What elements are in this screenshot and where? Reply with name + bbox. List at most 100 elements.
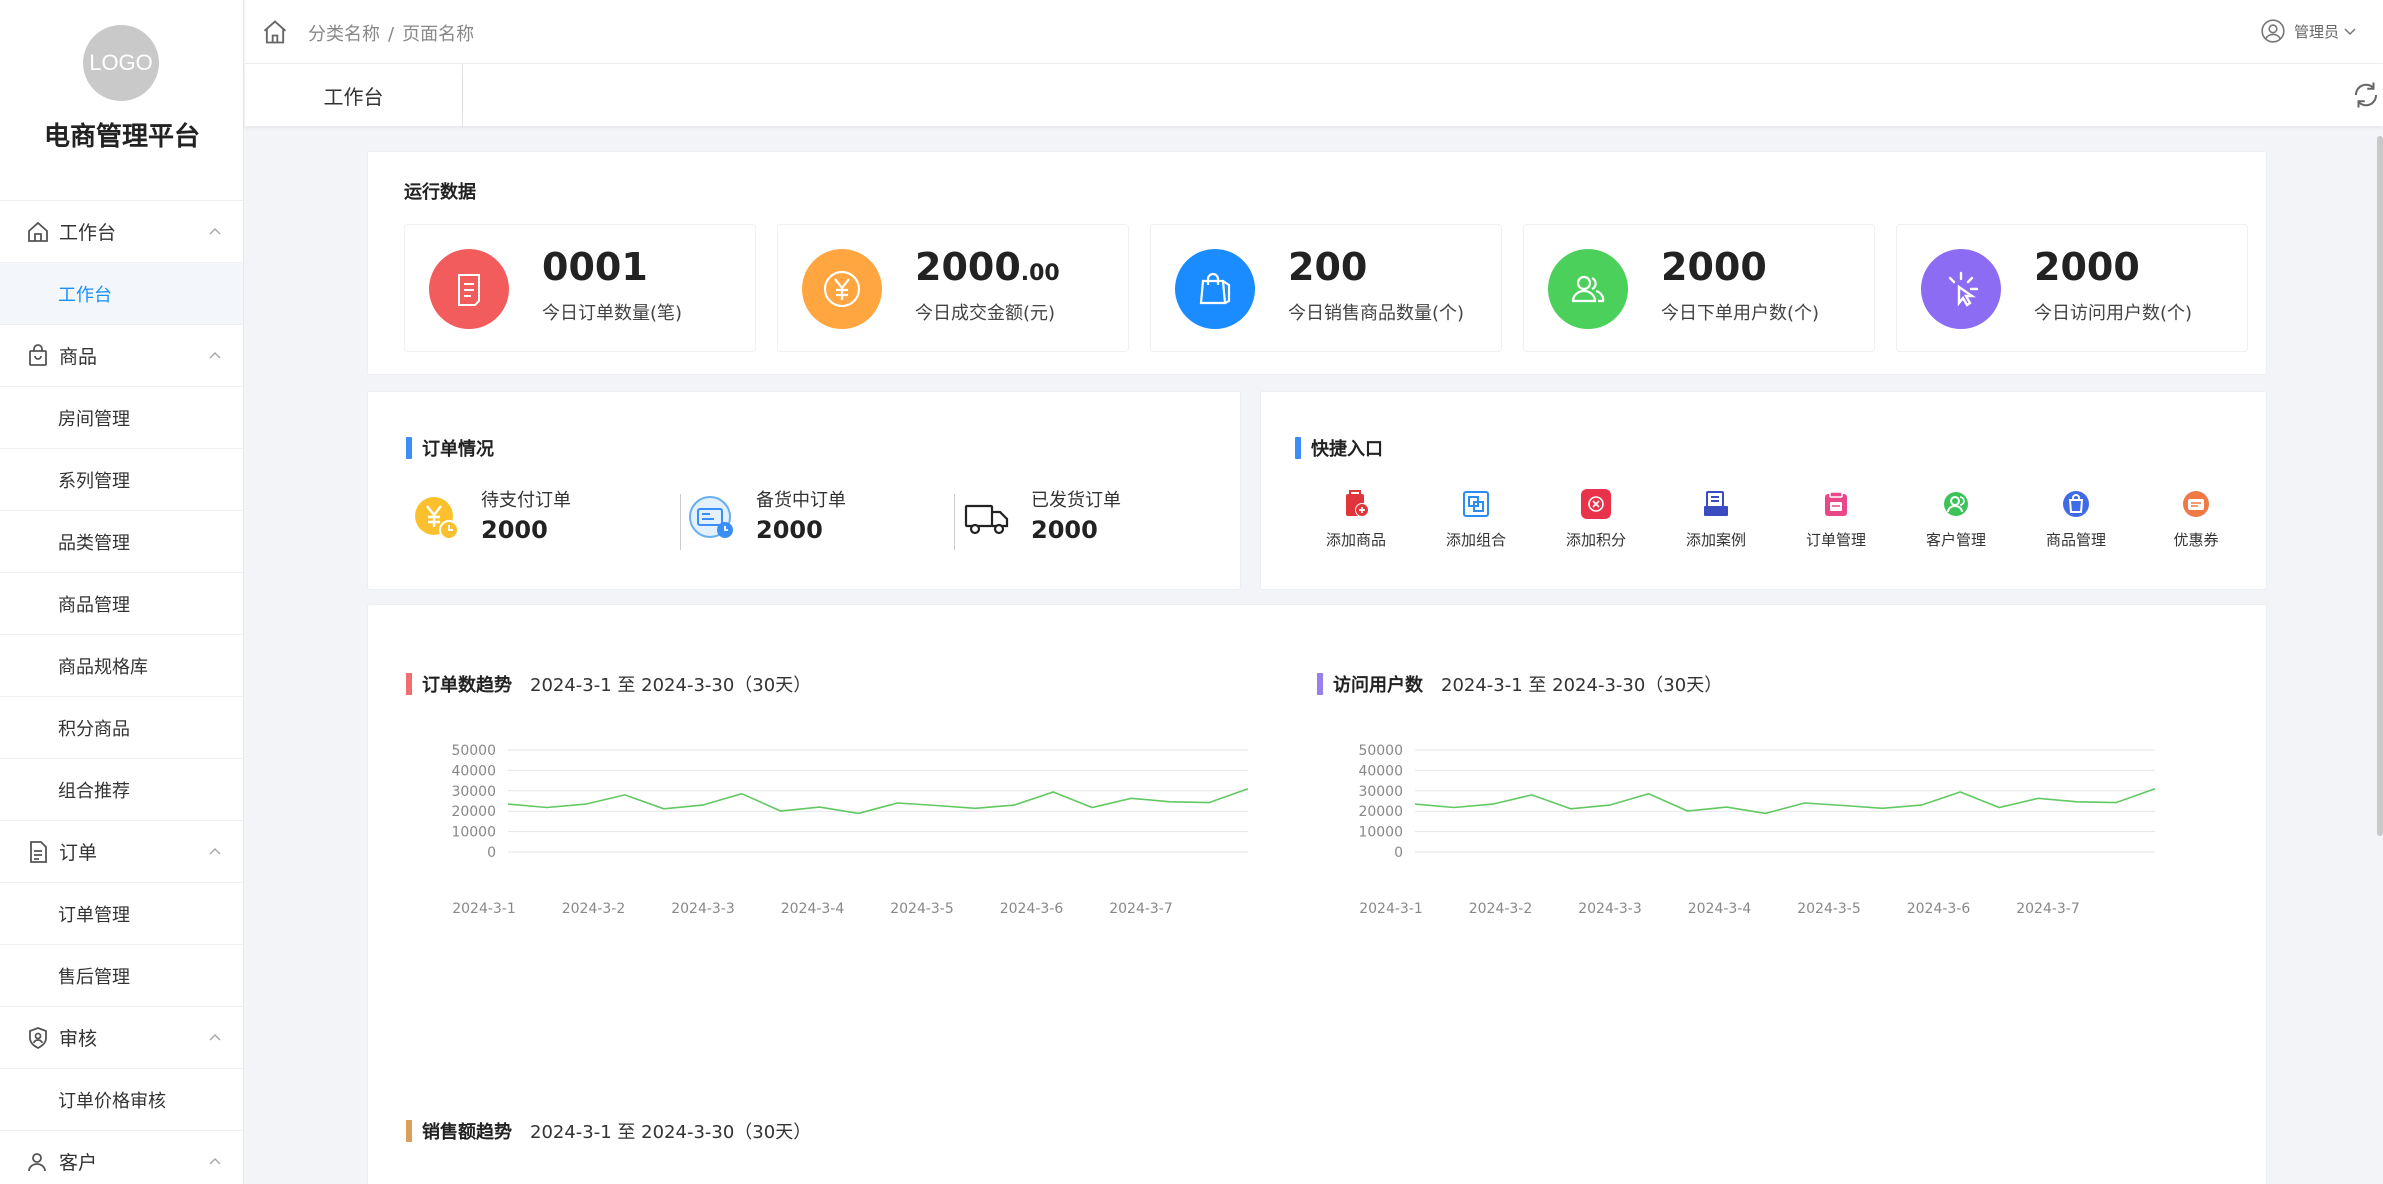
click-icon [1921,249,2001,329]
menu-group-orders[interactable]: 订单 [0,820,243,882]
menu-group-products[interactable]: 商品 [0,324,243,386]
add-combo-icon [1461,489,1491,519]
y-tick-label: 10000 [1358,825,1403,841]
sidebar-item-room[interactable]: 房间管理 [0,386,243,448]
tab-bar: 工作台 [245,64,2383,126]
product-manage-icon [2061,489,2091,519]
visit-trend-range: 2024-3-1 至 2024-3-30（30天） [1441,675,1723,696]
home-icon[interactable] [261,18,289,46]
quick-label: 添加案例 [1685,531,1746,549]
pending-payment-icon [413,494,461,542]
menu-group-label: 订单 [59,842,98,864]
order-status-header: 订单情况 [406,435,494,461]
quick-label: 添加组合 [1445,531,1506,549]
stat-orders: 0001 今日订单数量(笔) [404,224,756,352]
sales-trend-title: 销售额趋势 [422,1122,512,1143]
chevron-up-icon [208,845,222,859]
y-tick-label: 20000 [451,804,496,820]
order-stocking-value: 2000 [756,516,823,544]
users-icon [1548,249,1628,329]
quick-add-points[interactable]: 添加积分 [1541,489,1651,550]
x-tick-label: 2024-3-7 [1109,901,1173,917]
user-name: 管理员 [2293,22,2339,41]
chevron-up-icon [208,225,222,239]
menu-group-customers[interactable]: 客户 [0,1130,243,1184]
sidebar-item-price-audit[interactable]: 订单价格审核 [0,1068,243,1130]
add-product-icon [1341,489,1371,519]
menu-group-label: 工作台 [59,222,117,244]
chevron-up-icon [208,1155,222,1169]
quick-add-combo[interactable]: 添加组合 [1421,489,1531,550]
visit-trend-chart: 0 10000 20000 30000 40000 50000 2024-3-1 2024-3… [1358,743,2156,917]
divider [954,494,955,550]
stat-products: 200 今日销售商品数量(个) [1150,224,1502,352]
stat-value-decimal: .00 [1020,261,1060,286]
sidebar-item-after-sale[interactable]: 售后管理 [0,944,243,1006]
chevron-up-icon [208,1031,222,1045]
visit-trend-title: 访问用户数 [1333,675,1423,696]
x-tick-label: 2024-3-7 [2016,901,2080,917]
sidebar-item-workbench[interactable]: 工作台 [0,262,243,324]
stocking-icon [688,494,736,542]
breadcrumb-page: 页面名称 [402,24,475,45]
order-manage-icon [1821,489,1851,519]
stat-value: 200 [1288,245,1367,289]
sidebar-item-product[interactable]: 商品管理 [0,572,243,634]
stat-label: 今日访问用户数(个) [2034,303,2193,324]
quick-label: 商品管理 [2045,531,2106,549]
y-tick-label: 0 [487,845,496,861]
sales-trend-range: 2024-3-1 至 2024-3-30（30天） [530,1122,812,1143]
title-marker [406,673,412,695]
order-shipped-label: 已发货订单 [1031,490,1121,511]
bag-icon [26,343,50,368]
stat-value-int: 0001 [542,245,648,289]
logo: LOGO [83,25,159,101]
user-icon [26,1150,50,1174]
sidebar-item-order-manage[interactable]: 订单管理 [0,882,243,944]
sidebar-item-combo[interactable]: 组合推荐 [0,758,243,820]
quick-entry-header: 快捷入口 [1295,435,1383,461]
menu-group-workbench[interactable]: 工作台 [0,200,243,262]
quick-order-manage[interactable]: 订单管理 [1781,489,1891,550]
breadcrumb-category[interactable]: 分类名称 [308,24,380,45]
scrollbar-thumb[interactable] [2377,136,2383,836]
sales-trend-header: 销售额趋势 2024-3-1 至 2024-3-30（30天） [406,1118,811,1144]
order-list-icon [429,249,509,329]
sidebar-item-points[interactable]: 积分商品 [0,696,243,758]
title-marker [406,1120,412,1142]
stat-label: 今日下单用户数(个) [1661,303,1820,324]
chevron-up-icon [208,349,222,363]
x-tick-label: 2024-3-4 [781,901,845,917]
order-shipped-value: 2000 [1031,516,1098,544]
order-trend-title: 订单数趋势 [422,675,512,696]
truck-icon [963,494,1011,542]
series-line [1414,788,2156,815]
sidebar-item-series[interactable]: 系列管理 [0,448,243,510]
quick-add-case[interactable]: 添加案例 [1661,489,1771,550]
quick-entry-title: 快捷入口 [1311,439,1383,460]
quick-coupon[interactable]: 优惠券 [2141,489,2251,550]
order-status-title: 订单情况 [422,439,494,460]
breadcrumb-separator: / [388,24,395,45]
sidebar-item-spec[interactable]: 商品规格库 [0,634,243,696]
stat-order-users: 2000 今日下单用户数(个) [1523,224,1875,352]
quick-product-manage[interactable]: 商品管理 [2021,489,2131,550]
user-avatar-icon [2261,19,2285,43]
add-case-icon [1701,489,1731,519]
refresh-icon[interactable] [2351,80,2381,110]
stat-value: 0001 [542,245,648,289]
order-pending-label: 待支付订单 [481,490,571,511]
x-tick-label: 2024-3-2 [1469,901,1533,917]
quick-customer-manage[interactable]: 客户管理 [1901,489,2011,550]
tab-workbench[interactable]: 工作台 [245,64,463,126]
y-tick-label: 20000 [1358,804,1403,820]
sidebar-item-category[interactable]: 品类管理 [0,510,243,572]
user-menu[interactable]: 管理员 [2260,18,2365,44]
x-tick-label: 2024-3-6 [1907,901,1971,917]
quick-entry-card: 快捷入口 添加商品 添加组合 添加积分 添加案例 订单管理 客户管理 商品管理 … [1260,391,2267,590]
x-tick-label: 2024-3-5 [1797,901,1861,917]
quick-add-product[interactable]: 添加商品 [1301,489,1411,550]
menu-group-audit[interactable]: 审核 [0,1006,243,1068]
x-tick-label: 2024-3-5 [890,901,954,917]
stat-value: 2000 [2034,245,2140,289]
